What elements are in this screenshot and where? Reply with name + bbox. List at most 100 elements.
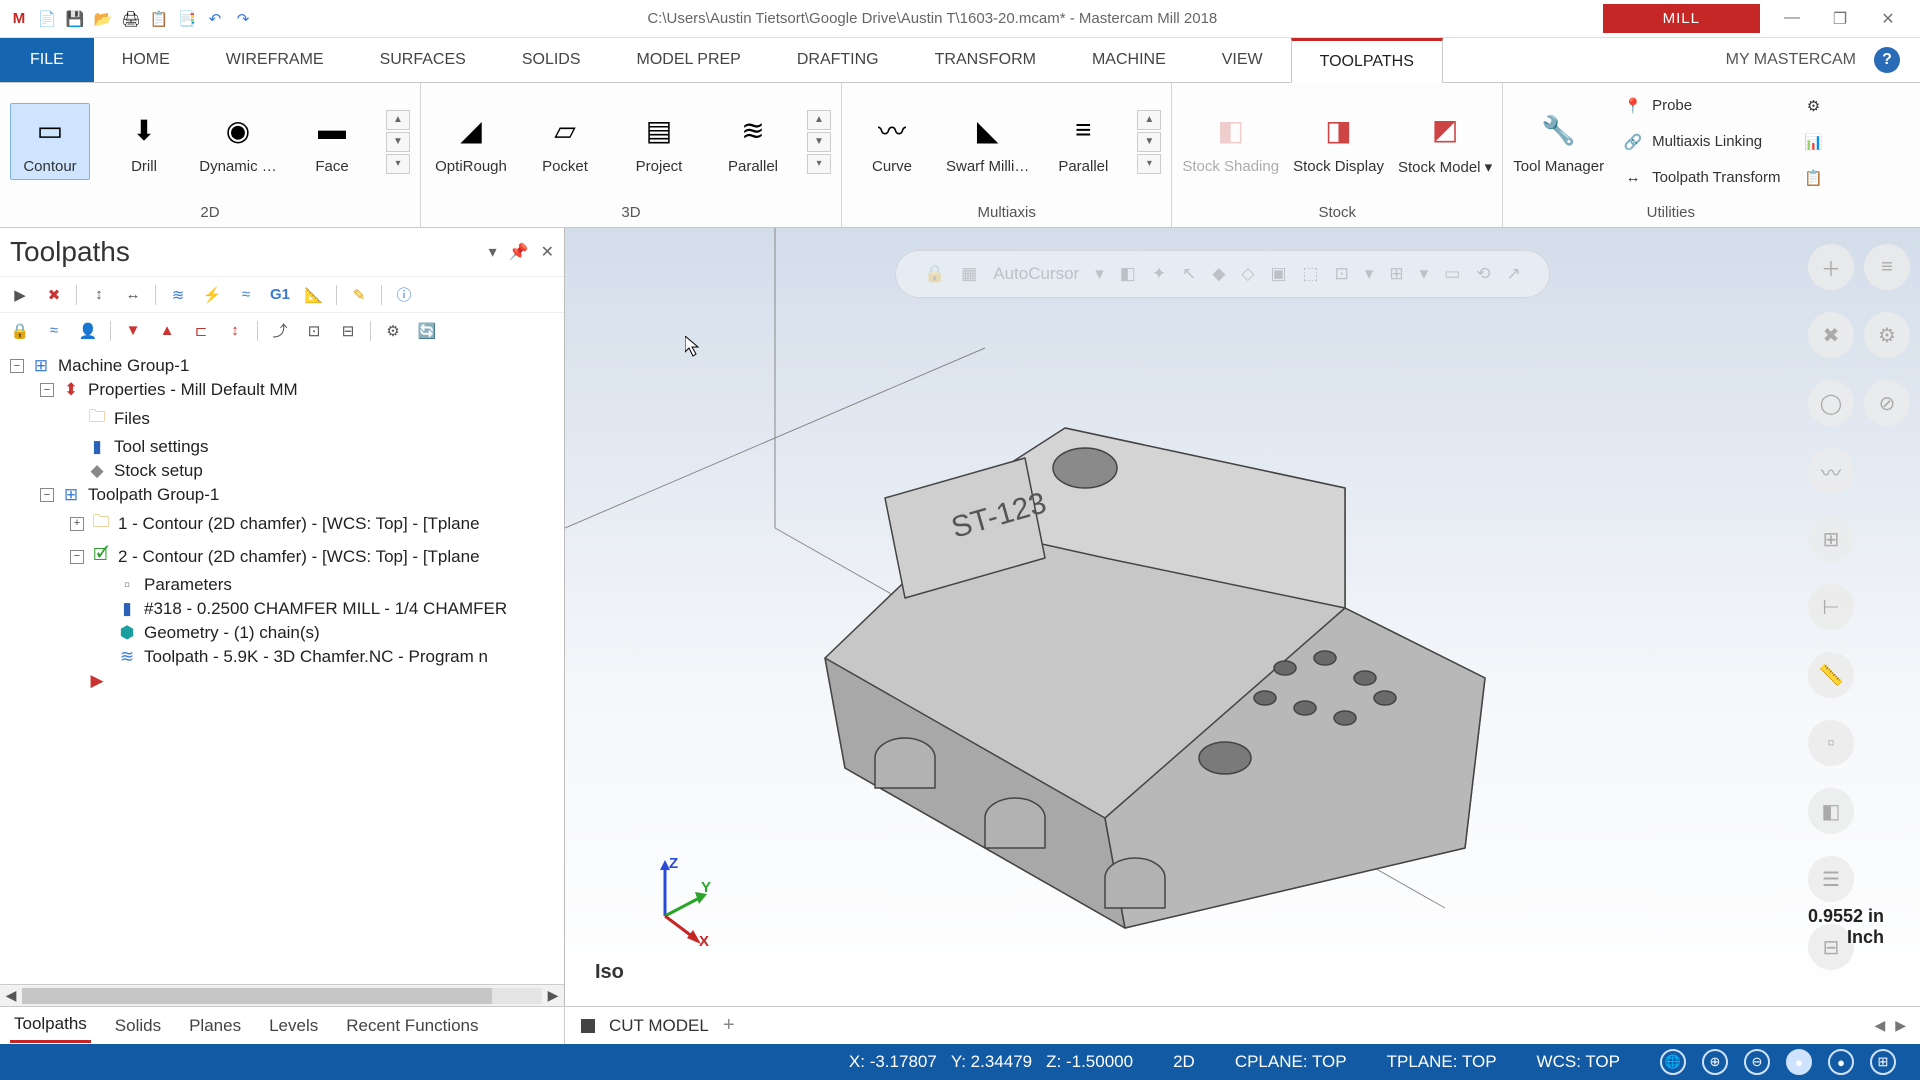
dock-icon-10[interactable]: 📏 bbox=[1808, 652, 1854, 698]
tab-nav-right-icon[interactable]: ▶ bbox=[1895, 1017, 1906, 1034]
tb2-icon-7[interactable]: ↕ bbox=[223, 319, 247, 343]
tb2-icon-6[interactable]: ⊏ bbox=[189, 319, 213, 343]
gallery-2d-control[interactable]: ▲▼▾ bbox=[386, 110, 410, 174]
tb2-down-icon[interactable]: ▼ bbox=[121, 319, 145, 343]
undo-icon[interactable]: ↶ bbox=[204, 8, 226, 30]
tab-drafting[interactable]: DRAFTING bbox=[769, 38, 907, 82]
tree-stock-setup[interactable]: ◆ Stock setup bbox=[4, 459, 560, 483]
tab-transform[interactable]: TRANSFORM bbox=[907, 38, 1064, 82]
dock-icon-5[interactable]: ◯ bbox=[1808, 380, 1854, 426]
wcs-indicator[interactable]: WCS: TOP bbox=[1537, 1052, 1620, 1072]
tree-geometry[interactable]: ⬢ Geometry - (1) chain(s) bbox=[4, 621, 560, 645]
ac-icon-2[interactable]: ▦ bbox=[961, 264, 977, 284]
ac-icon-8[interactable]: ▣ bbox=[1270, 264, 1286, 284]
ac-icon-9[interactable]: ⬚ bbox=[1303, 264, 1319, 284]
tab-nav-left-icon[interactable]: ◀ bbox=[1874, 1017, 1885, 1034]
tree-toolpath-group[interactable]: − ⊞ Toolpath Group-1 bbox=[4, 483, 560, 507]
tb2-lock-icon[interactable]: 🔒 bbox=[8, 319, 32, 343]
curve-button[interactable]: 〰Curve bbox=[852, 108, 932, 175]
document-tab[interactable]: CUT MODEL bbox=[609, 1016, 709, 1036]
add-tab-icon[interactable]: + bbox=[723, 1014, 735, 1037]
autocursor-label[interactable]: AutoCursor bbox=[993, 264, 1079, 284]
tb-icon-2[interactable]: ↔ bbox=[121, 283, 145, 307]
tb-help-icon[interactable]: ⓘ bbox=[392, 283, 416, 307]
parallel-multi-button[interactable]: ≡Parallel bbox=[1043, 108, 1123, 175]
panel-tab-solids[interactable]: Solids bbox=[111, 1010, 165, 1042]
util-icon-2[interactable]: 📊 bbox=[1798, 128, 1828, 156]
maximize-icon[interactable]: ❐ bbox=[1826, 9, 1854, 29]
tree-files[interactable]: 🗀 Files bbox=[4, 402, 560, 435]
tb-g1-icon[interactable]: G1 bbox=[268, 283, 292, 307]
optirough-button[interactable]: ◢OptiRough bbox=[431, 108, 511, 175]
open-icon[interactable]: 📂 bbox=[92, 8, 114, 30]
close-icon[interactable]: ✕ bbox=[1874, 9, 1902, 29]
status-wire-icon[interactable]: ⊞ bbox=[1870, 1049, 1896, 1075]
toolpath-transform-button[interactable]: ↔Toolpath Transform bbox=[1618, 164, 1784, 192]
tree-op-2[interactable]: − 🗹 2 - Contour (2D chamfer) - [WCS: Top… bbox=[4, 540, 560, 573]
tb-icon-5[interactable]: ≈ bbox=[234, 283, 258, 307]
print-icon[interactable]: 🖨 bbox=[120, 8, 142, 30]
my-mastercam-link[interactable]: MY MASTERCAM bbox=[1726, 51, 1856, 69]
status-globe-1-icon[interactable]: 🌐 bbox=[1660, 1049, 1686, 1075]
swarf-button[interactable]: ◣Swarf Milli… bbox=[946, 108, 1029, 175]
tb-icon-6[interactable]: 📐 bbox=[302, 283, 326, 307]
tb-icon-7[interactable]: ✎ bbox=[347, 283, 371, 307]
project-button[interactable]: ▤Project bbox=[619, 108, 699, 175]
collapse-icon[interactable]: − bbox=[40, 383, 54, 397]
tree-toolpath-nc[interactable]: ≋ Toolpath - 5.9K - 3D Chamfer.NC - Prog… bbox=[4, 645, 560, 669]
tplane-indicator[interactable]: TPLANE: TOP bbox=[1387, 1052, 1497, 1072]
dock-icon-12[interactable]: ◧ bbox=[1808, 788, 1854, 834]
dynamic-button[interactable]: ◉Dynamic … bbox=[198, 108, 278, 175]
contour-button[interactable]: ▭Contour bbox=[10, 103, 90, 180]
ac-icon-10[interactable]: ⊡ bbox=[1335, 264, 1349, 284]
util-icon-1[interactable]: ⚙ bbox=[1798, 92, 1828, 120]
util-icon-3[interactable]: 📋 bbox=[1798, 164, 1828, 192]
status-shade-2-icon[interactable]: ● bbox=[1828, 1049, 1854, 1075]
tb2-icon-2[interactable]: ≈ bbox=[42, 319, 66, 343]
ac-icon-14[interactable]: ↗ bbox=[1507, 264, 1521, 284]
save-icon[interactable]: 💾 bbox=[64, 8, 86, 30]
collapse-icon[interactable]: − bbox=[40, 488, 54, 502]
ac-icon-5[interactable]: ↖ bbox=[1182, 264, 1196, 284]
tab-toolpaths[interactable]: TOOLPATHS bbox=[1291, 38, 1443, 83]
tree-tool-settings[interactable]: ▮ Tool settings bbox=[4, 435, 560, 459]
panel-tab-planes[interactable]: Planes bbox=[185, 1010, 245, 1042]
ac-icon-12[interactable]: ▭ bbox=[1444, 264, 1460, 284]
face-button[interactable]: ▬Face bbox=[292, 108, 372, 175]
ac-icon-7[interactable]: ◇ bbox=[1241, 264, 1254, 284]
tab-wireframe[interactable]: WIREFRAME bbox=[198, 38, 352, 82]
panel-tab-toolpaths[interactable]: Toolpaths bbox=[10, 1008, 91, 1043]
minimize-icon[interactable]: — bbox=[1778, 9, 1806, 29]
status-shade-1-icon[interactable]: ● bbox=[1786, 1049, 1812, 1075]
paste-icon[interactable]: 📑 bbox=[176, 8, 198, 30]
redo-icon[interactable]: ↷ bbox=[232, 8, 254, 30]
ac-dd-icon[interactable]: ▾ bbox=[1095, 264, 1104, 284]
panel-dropdown-icon[interactable]: ▾ bbox=[489, 242, 497, 262]
tab-solids[interactable]: SOLIDS bbox=[494, 38, 609, 82]
tree-properties[interactable]: − ⬍ Properties - Mill Default MM bbox=[4, 378, 560, 402]
help-icon[interactable]: ? bbox=[1874, 47, 1900, 73]
ac-icon-1[interactable]: 🔒 bbox=[924, 264, 945, 284]
3d-viewport[interactable]: ST-123 🔒 ▦ AutoCursor ▾ ◧ ✦ ↖ ◆ ◇ ▣ ⬚ ⊡ … bbox=[565, 228, 1920, 1006]
dock-icon-8[interactable]: ⊞ bbox=[1808, 516, 1854, 562]
ac-icon-4[interactable]: ✦ bbox=[1152, 264, 1166, 284]
ac-icon-6[interactable]: ◆ bbox=[1212, 264, 1225, 284]
panel-pin-icon[interactable]: 📌 bbox=[509, 242, 529, 262]
tb2-icon-8[interactable]: ⤴ bbox=[268, 319, 292, 343]
dock-icon-3[interactable]: ✖ bbox=[1808, 312, 1854, 358]
stock-shading-button[interactable]: ◧Stock Shading bbox=[1182, 108, 1279, 175]
dock-icon-7[interactable]: 〰 bbox=[1808, 448, 1854, 494]
gallery-multi-control[interactable]: ▲▼▾ bbox=[1137, 110, 1161, 174]
dock-icon-13[interactable]: ☰ bbox=[1808, 856, 1854, 902]
tab-surfaces[interactable]: SURFACES bbox=[352, 38, 494, 82]
tree-parameters[interactable]: ▫ Parameters bbox=[4, 573, 560, 597]
collapse-icon[interactable]: − bbox=[10, 359, 24, 373]
stock-display-button[interactable]: ◨Stock Display bbox=[1293, 108, 1384, 175]
dock-layers-icon[interactable]: ≡ bbox=[1864, 244, 1910, 290]
pocket-button[interactable]: ▱Pocket bbox=[525, 108, 605, 175]
deselect-icon[interactable]: ✖ bbox=[42, 283, 66, 307]
file-tab[interactable]: FILE bbox=[0, 38, 94, 82]
panel-close-icon[interactable]: ✕ bbox=[541, 242, 554, 262]
dock-plus-icon[interactable]: ＋ bbox=[1808, 244, 1854, 290]
probe-button[interactable]: 📍Probe bbox=[1618, 92, 1784, 120]
